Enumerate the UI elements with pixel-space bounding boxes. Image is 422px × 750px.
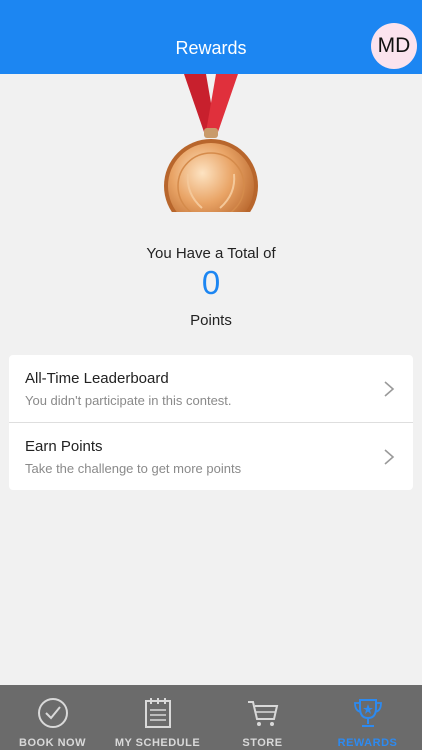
chevron-right-icon	[384, 449, 395, 465]
avatar[interactable]: MD	[371, 23, 417, 69]
points-unit-label: Points	[190, 312, 232, 329]
medal-icon	[164, 74, 258, 212]
tab-label: BOOK NOW	[19, 737, 86, 749]
chevron-right-icon	[384, 381, 395, 397]
tab-my-schedule[interactable]: MY SCHEDULE	[105, 685, 210, 750]
cart-icon	[248, 701, 279, 726]
calendar-icon	[145, 698, 171, 728]
rewards-menu-card: All-Time Leaderboard You didn't particip…	[9, 355, 413, 490]
tab-book-now[interactable]: BOOK NOW	[0, 685, 105, 750]
leaderboard-row[interactable]: All-Time Leaderboard You didn't particip…	[9, 355, 413, 422]
earn-points-title: Earn Points	[25, 438, 103, 455]
tab-bar: BOOK NOW MY SCHEDULE STORE REWARDS	[0, 685, 422, 750]
tab-label: STORE	[242, 737, 283, 749]
app-header: Rewards MD	[0, 0, 422, 74]
check-circle-icon	[38, 698, 68, 728]
points-value: 0	[201, 264, 221, 301]
earn-points-subtitle: Take the challenge to get more points	[25, 461, 242, 476]
leaderboard-subtitle: You didn't participate in this contest.	[25, 393, 232, 408]
points-total-label: You Have a Total of	[146, 245, 276, 262]
tab-label: MY SCHEDULE	[114, 737, 201, 749]
page-title: Rewards	[175, 38, 247, 58]
earn-points-row[interactable]: Earn Points Take the challenge to get mo…	[9, 422, 413, 490]
leaderboard-title: All-Time Leaderboard	[25, 370, 169, 387]
trophy-icon	[354, 699, 382, 727]
tab-label: REWARDS	[337, 737, 398, 749]
tab-rewards[interactable]: REWARDS	[315, 685, 420, 750]
tab-store[interactable]: STORE	[210, 685, 315, 750]
